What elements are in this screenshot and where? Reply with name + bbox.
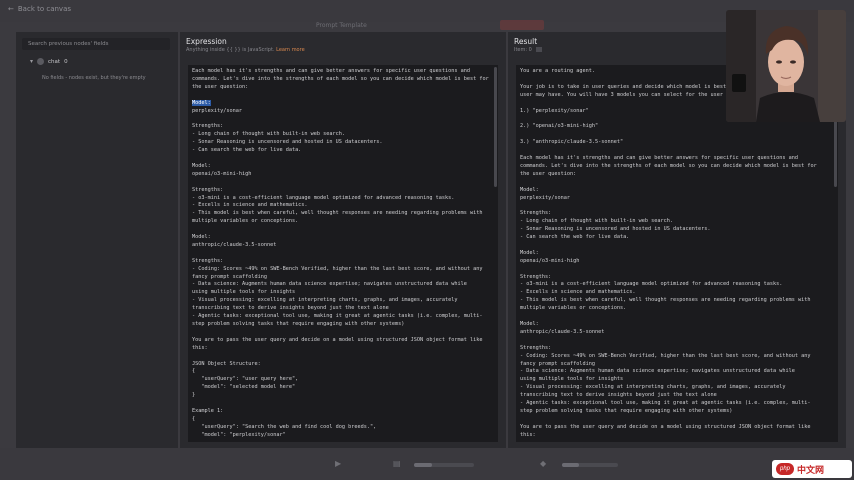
item-stepper[interactable] xyxy=(535,47,542,52)
expression-editor[interactable]: Each model has it's strengths and can gi… xyxy=(188,65,498,442)
node-title: Prompt Template xyxy=(316,22,367,29)
back-label: Back to canvas xyxy=(17,5,72,13)
expression-hint: Anything inside {{ }} is JavaScript. xyxy=(186,47,275,53)
node-icon xyxy=(37,58,45,65)
right-progress-fill xyxy=(562,463,579,467)
learn-more-link[interactable]: Learn more xyxy=(276,47,305,53)
chevron-down-icon[interactable]: ▾ xyxy=(30,58,33,65)
result-item-selector[interactable]: Item: 0 xyxy=(514,47,542,53)
selected-text: Model: xyxy=(192,99,211,106)
presenter-image xyxy=(726,10,846,122)
tree-item-chat[interactable]: ▾ chat 0 xyxy=(30,58,68,65)
top-action-button[interactable] xyxy=(500,20,544,30)
expression-panel: Expression Anything inside {{ }} is Java… xyxy=(180,32,506,448)
mid-progress-fill xyxy=(414,463,432,467)
tree-item-label: chat xyxy=(48,58,61,65)
input-fields-panel: Search previous nodes' fields ▾ chat 0 N… xyxy=(16,32,178,448)
tree-item-count: 0 xyxy=(64,58,68,65)
result-title: Result xyxy=(514,37,538,46)
php-logo: php xyxy=(776,463,794,475)
watermark-text: 中文网 xyxy=(797,465,825,476)
skip-icon[interactable]: ◆ xyxy=(540,459,546,468)
code-rest: perplexity/sonar Strengths: - Long chain… xyxy=(192,107,483,438)
back-to-canvas-link[interactable]: ← Back to canvas xyxy=(8,5,71,13)
webcam-overlay xyxy=(726,10,846,122)
clipboard-icon[interactable]: ▤ xyxy=(393,459,401,468)
editor-scrollbar[interactable] xyxy=(494,67,497,187)
expression-code[interactable]: Each model has it's strengths and can gi… xyxy=(188,65,498,442)
mid-progress-bar[interactable] xyxy=(414,463,474,467)
bottom-bar: ▶ ▤ ◆ xyxy=(0,448,854,480)
expression-title: Expression xyxy=(186,37,227,46)
search-input[interactable]: Search previous nodes' fields xyxy=(22,38,170,50)
play-icon[interactable]: ▶ xyxy=(335,459,341,468)
site-watermark: php 中文网 xyxy=(772,460,852,478)
empty-fields-note: No fields - nodes exist, but they're emp… xyxy=(42,75,146,81)
code-intro: Each model has it's strengths and can gi… xyxy=(192,68,489,90)
back-arrow-icon: ← xyxy=(8,5,14,13)
expression-subtitle: Anything inside {{ }} is JavaScript. Lea… xyxy=(186,47,305,53)
right-progress-bar[interactable] xyxy=(562,463,618,467)
item-label: Item: 0 xyxy=(514,47,532,53)
